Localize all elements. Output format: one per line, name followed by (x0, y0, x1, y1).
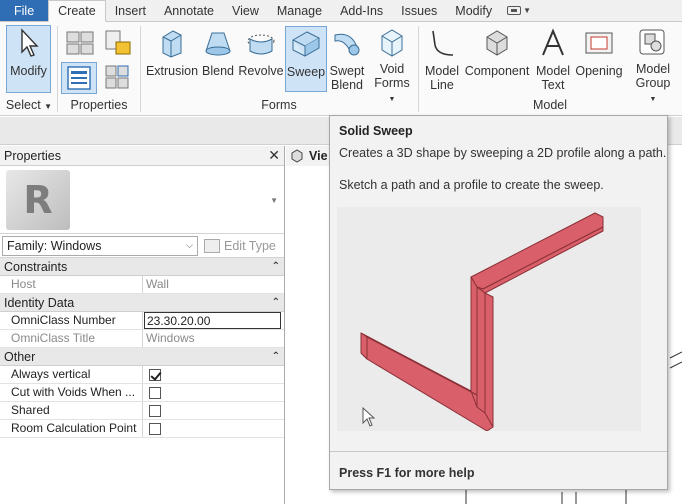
extrusion-icon (155, 26, 189, 60)
component-icon (480, 26, 514, 60)
tooltip-help-hint: Press F1 for more help (339, 466, 475, 480)
tooltip-description: Creates a 3D shape by sweeping a 2D prof… (339, 146, 667, 160)
edit-type-button[interactable]: Edit Type (204, 238, 276, 253)
sweep-icon (289, 27, 323, 61)
type-properties-icon[interactable] (100, 62, 134, 94)
tab-view[interactable]: View (223, 0, 268, 21)
property-row-always-vertical: Always vertical (0, 366, 284, 384)
tooltip-instructions: Sketch a path and a profile to create th… (339, 178, 604, 192)
component-button[interactable]: Component (464, 26, 530, 92)
model-group-button[interactable]: Model Group ▼ (632, 26, 674, 103)
properties-palette: Properties ✕ R ▼ Family: Windows ⌵ Edit … (0, 146, 285, 504)
tab-add-ins[interactable]: Add-Ins (331, 0, 392, 21)
close-icon[interactable]: ✕ (268, 147, 280, 164)
revolve-icon (244, 26, 278, 60)
model-text-button[interactable]: Model Text (532, 26, 574, 92)
cut-with-voids-checkbox[interactable] (149, 387, 161, 399)
section-constraints[interactable]: Constraints ⌃ (0, 258, 284, 276)
section-identity-data[interactable]: Identity Data ⌃ (0, 294, 284, 312)
chevron-down-icon: ▼ (523, 5, 532, 15)
sweep-button[interactable]: Sweep (285, 26, 327, 92)
always-vertical-checkbox[interactable] (149, 369, 161, 381)
tab-insert[interactable]: Insert (106, 0, 155, 21)
tab-modify[interactable]: Modify (446, 0, 501, 21)
shared-checkbox[interactable] (149, 405, 161, 417)
property-row-cut-with-voids: Cut with Voids When ... (0, 384, 284, 402)
family-category-icon[interactable] (100, 28, 134, 58)
separator (418, 26, 419, 112)
edit-type-icon (204, 238, 220, 253)
swept-blend-icon (330, 26, 364, 60)
opening-button[interactable]: Opening (574, 26, 624, 92)
extrusion-button[interactable]: Extrusion (146, 26, 198, 92)
properties-toggle-button[interactable] (61, 62, 97, 94)
family-types-icon[interactable] (64, 28, 96, 58)
family-filter-dropdown[interactable]: Family: Windows ⌵ (2, 235, 198, 256)
mouse-cursor-icon (362, 407, 375, 427)
tab-annotate[interactable]: Annotate (155, 0, 223, 21)
swept-blend-button[interactable]: Swept Blend (328, 26, 366, 92)
type-selector[interactable]: R ▼ (0, 166, 284, 234)
properties-title: Properties (4, 148, 61, 163)
section-other[interactable]: Other ⌃ (0, 348, 284, 366)
property-row-room-calculation-point: Room Calculation Point (0, 420, 284, 438)
collapse-icon: ⌃ (271, 297, 280, 308)
separator (330, 451, 667, 452)
separator (140, 26, 141, 112)
blend-icon (201, 26, 235, 60)
model-line-button[interactable]: Model Line (422, 26, 462, 92)
room-calculation-point-checkbox[interactable] (149, 423, 161, 435)
void-cube-icon (375, 26, 409, 58)
chevron-down-icon[interactable]: ▼ (270, 196, 278, 205)
properties-header: Properties ✕ (0, 146, 284, 166)
chevron-down-icon: ⌵ (186, 240, 193, 250)
select-panel-label[interactable]: Select ▼ (2, 98, 56, 112)
property-row-omniclass-title: OmniClass Title Windows (0, 330, 284, 348)
property-row-omniclass-number: OmniClass Number 23.30.20.00 (0, 312, 284, 330)
family-row: Family: Windows ⌵ Edit Type (0, 234, 284, 258)
sweep-shape-illustration (360, 212, 604, 432)
model-panel-label: Model (532, 98, 568, 112)
panel-toggle-icon (507, 6, 522, 15)
collapse-icon: ⌃ (271, 261, 280, 272)
opening-icon (582, 26, 616, 60)
sweep-tooltip: Solid Sweep Creates a 3D shape by sweepi… (329, 115, 668, 490)
tab-file[interactable]: File (0, 0, 49, 21)
collapse-icon: ⌃ (271, 351, 280, 362)
model-line-icon (425, 26, 459, 60)
omniclass-number-input[interactable]: 23.30.20.00 (144, 312, 281, 329)
modify-button[interactable]: Modify (6, 25, 51, 93)
properties-panel-label: Properties (70, 98, 128, 112)
ribbon-display-toggle[interactable]: ▼ (501, 0, 537, 21)
ribbon: Modify Select ▼ Properties Extrusion Ble… (0, 22, 682, 116)
tab-issues[interactable]: Issues (392, 0, 446, 21)
modify-label: Modify (10, 64, 47, 78)
property-row-shared: Shared (0, 402, 284, 420)
void-forms-button[interactable]: Void Forms ▼ (370, 26, 414, 103)
tab-manage[interactable]: Manage (268, 0, 331, 21)
property-row-host: Host Wall (0, 276, 284, 294)
tab-create[interactable]: Create (48, 0, 106, 22)
forms-panel-label: Forms (261, 98, 297, 112)
tooltip-illustration (337, 207, 641, 432)
ribbon-tab-bar: File Create Insert Annotate View Manage … (0, 0, 682, 22)
blend-button[interactable]: Blend (200, 26, 236, 92)
tooltip-title: Solid Sweep (339, 124, 413, 138)
model-text-icon (536, 26, 570, 60)
cursor-arrow-icon (12, 26, 46, 60)
model-group-icon (636, 26, 670, 58)
revit-family-icon: R (6, 170, 70, 230)
revolve-button[interactable]: Revolve (238, 26, 284, 92)
